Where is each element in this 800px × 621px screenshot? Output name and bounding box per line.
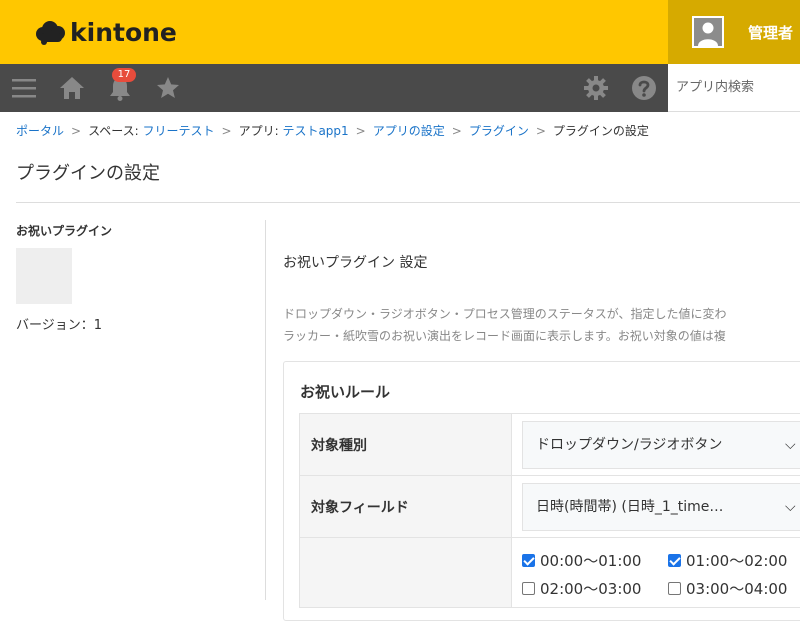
target-type-label: 対象種別 — [300, 414, 512, 476]
avatar[interactable] — [692, 16, 724, 48]
breadcrumb-app[interactable]: テストapp1 — [282, 124, 348, 138]
user-menu[interactable]: 管理者 — [668, 0, 800, 64]
breadcrumb-space[interactable]: フリーテスト — [143, 124, 215, 138]
chevron-down-icon: ⌵ — [785, 422, 796, 468]
breadcrumb-app-settings[interactable]: アプリの設定 — [373, 124, 445, 138]
breadcrumb: ポータル > スペース: フリーテスト > アプリ: テストapp1 > アプリの設定 > プラ… — [16, 122, 649, 139]
rules-table: 対象種別 ドロップダウン/ラジオボタン ⌵ 対象フィールド 日時(時間帯) (日… — [299, 413, 800, 608]
star-icon[interactable] — [154, 74, 182, 102]
title-divider — [16, 202, 800, 203]
app-search-box[interactable] — [668, 64, 800, 112]
breadcrumb-separator: > — [356, 124, 366, 138]
plugin-version: バージョン：1 — [16, 314, 102, 333]
checkbox-label: 02:00〜03:00 — [540, 578, 641, 599]
checkbox-label: 01:00〜02:00 — [686, 550, 787, 571]
breadcrumb-separator: > — [452, 124, 462, 138]
target-values-label — [300, 538, 512, 608]
rules-title: お祝いルール — [300, 381, 390, 402]
checkbox[interactable] — [668, 582, 681, 595]
description-line: ドロップダウン・ラジオボタン・プロセス管理のステータスが、指定した値に変わ — [283, 303, 800, 325]
table-row: 00:00〜01:00 01:00〜02:00 02:00〜03:00 03:0… — [300, 538, 800, 608]
target-values-checkboxes: 00:00〜01:00 01:00〜02:00 02:00〜03:00 03:0… — [522, 538, 800, 602]
gear-icon[interactable] — [582, 74, 610, 102]
page-title: プラグインの設定 — [16, 159, 160, 185]
target-type-value: ドロップダウン/ラジオボタン — [536, 437, 722, 453]
value-checkbox-2[interactable]: 02:00〜03:00 — [522, 578, 668, 599]
breadcrumb-current: プラグインの設定 — [553, 124, 649, 138]
checkbox[interactable] — [522, 554, 535, 567]
breadcrumb-separator: > — [222, 124, 232, 138]
top-header: kintone 管理者 — [0, 0, 800, 64]
notification-badge[interactable]: 17 — [112, 68, 136, 82]
breadcrumb-separator: > — [71, 124, 81, 138]
user-silhouette-icon — [694, 18, 722, 46]
logo-text: kintone — [70, 18, 177, 47]
target-field-value: 日時(時間帯) (日時_1_time… — [536, 499, 723, 515]
breadcrumb-plugins[interactable]: プラグイン — [469, 124, 529, 138]
table-row: 対象フィールド 日時(時間帯) (日時_1_time… ⌵ — [300, 476, 800, 538]
cloud-logo-icon — [34, 20, 66, 46]
checkbox-label: 03:00〜04:00 — [686, 578, 787, 599]
breadcrumb-separator: > — [536, 124, 546, 138]
breadcrumb-portal[interactable]: ポータル — [16, 124, 64, 138]
checkbox[interactable] — [668, 554, 681, 567]
app-search-input[interactable] — [668, 64, 792, 110]
breadcrumb-space-prefix: スペース: — [88, 124, 142, 138]
plugin-name: お祝いプラグイン — [16, 222, 112, 239]
table-row: 対象種別 ドロップダウン/ラジオボタン ⌵ — [300, 414, 800, 476]
description-line: ラッカー・紙吹雪のお祝い演出をレコード画面に表示します。お祝い対象の値は複 — [283, 325, 800, 347]
settings-description: ドロップダウン・ラジオボタン・プロセス管理のステータスが、指定した値に変わ ラッ… — [283, 303, 800, 347]
kintone-logo[interactable]: kintone — [34, 18, 177, 47]
value-checkbox-0[interactable]: 00:00〜01:00 — [522, 550, 668, 571]
value-checkbox-3[interactable]: 03:00〜04:00 — [668, 578, 800, 599]
target-type-select[interactable]: ドロップダウン/ラジオボタン ⌵ — [522, 421, 800, 469]
panel-divider — [265, 220, 266, 600]
value-checkbox-1[interactable]: 01:00〜02:00 — [668, 550, 800, 571]
home-icon[interactable] — [58, 74, 86, 102]
checkbox[interactable] — [522, 582, 535, 595]
menu-icon[interactable] — [10, 74, 38, 102]
checkbox-label: 00:00〜01:00 — [540, 550, 641, 571]
target-field-select[interactable]: 日時(時間帯) (日時_1_time… ⌵ — [522, 483, 800, 531]
chevron-down-icon: ⌵ — [785, 484, 796, 530]
plugin-icon-placeholder — [16, 248, 72, 304]
breadcrumb-app-prefix: アプリ: — [239, 124, 283, 138]
help-icon[interactable] — [630, 74, 658, 102]
settings-title: お祝いプラグイン 設定 — [283, 252, 427, 272]
user-name[interactable]: 管理者 — [748, 22, 793, 43]
target-field-label: 対象フィールド — [300, 476, 512, 538]
